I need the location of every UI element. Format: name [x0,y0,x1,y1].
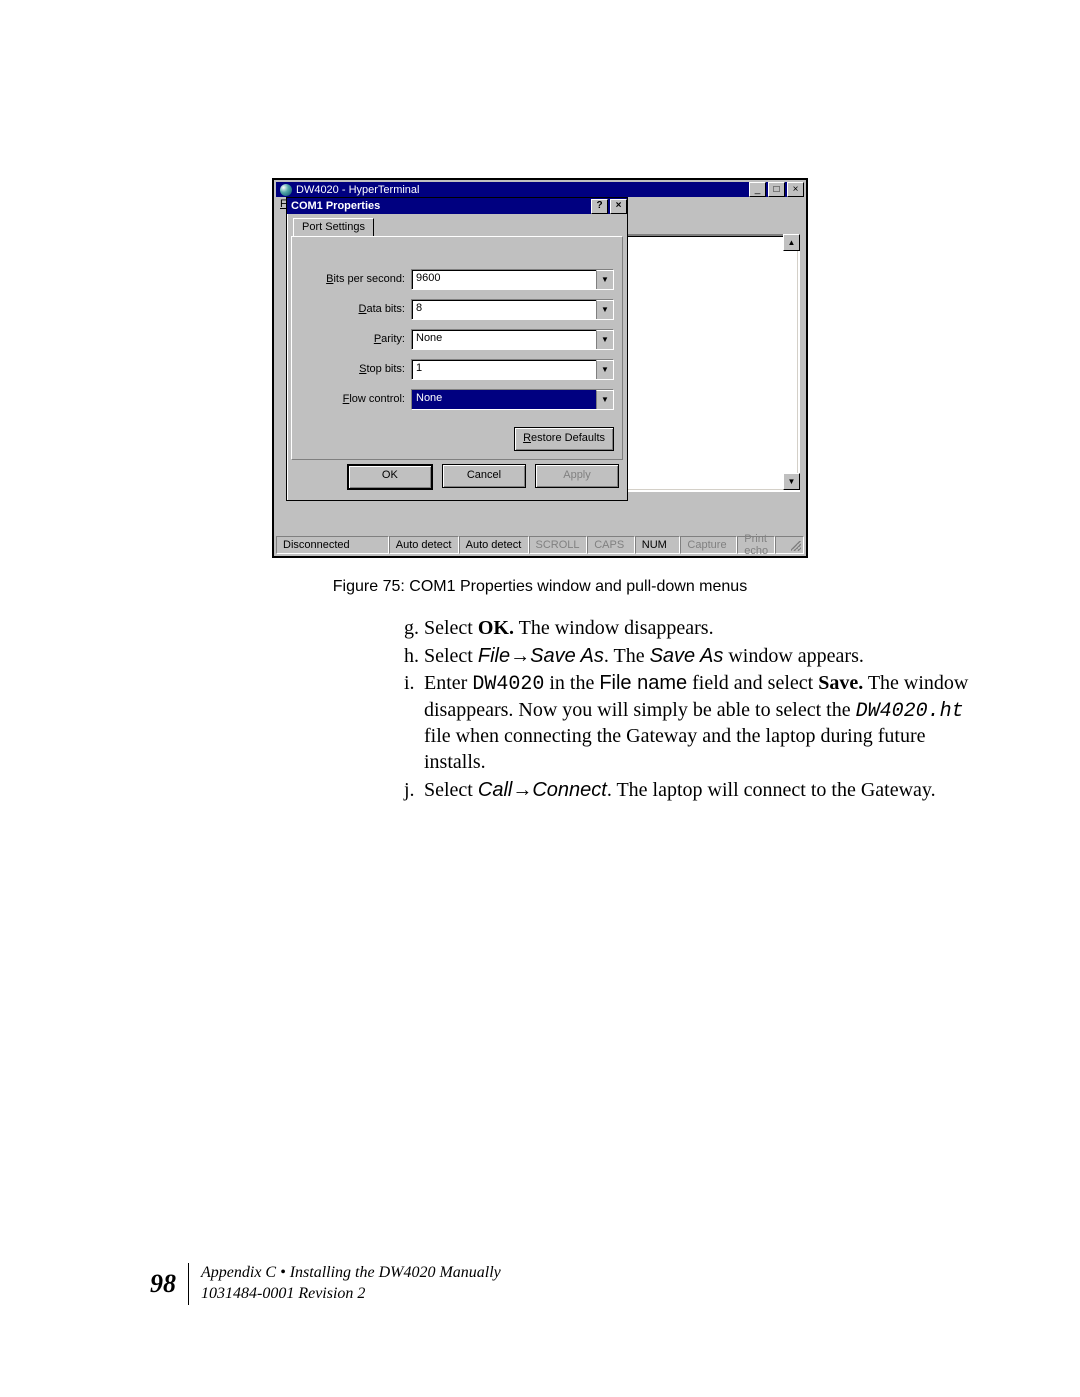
row-stop-bits: Stop bits: 1 [292,359,614,379]
help-button[interactable]: ? [591,199,608,214]
step-g: g. Select OK. The window disappears. [404,616,974,642]
combo-bits-per-second[interactable]: 9600 [411,269,614,290]
label-data-bits: Data bits: [292,303,411,315]
cancel-button[interactable]: Cancel [442,464,526,488]
chevron-down-icon[interactable] [596,330,613,349]
status-num: NUM [635,536,681,554]
status-scroll: SCROLL [529,536,588,554]
footer-line-2: 1031484-0001 Revision 2 [201,1285,365,1302]
label-flow-control: Flow control: [292,393,411,405]
combo-flow-control[interactable]: None [411,389,614,410]
scroll-up-button[interactable]: ▲ [783,234,800,251]
dialog-button-row: OK Cancel Apply [341,464,619,490]
status-caps: CAPS [587,536,635,554]
hyperterminal-title: DW4020 - HyperTerminal [296,184,419,196]
chevron-down-icon[interactable] [596,390,613,409]
footer-line-1: Appendix C • Installing the DW4020 Manua… [201,1264,501,1281]
row-bits-per-second: Bits per second: 9600 [292,269,614,289]
status-autodetect-2: Auto detect [459,536,529,554]
port-settings-panel: Bits per second: 9600 Data bits: 8 Parit… [291,236,623,460]
ok-button[interactable]: OK [347,464,433,490]
chevron-down-icon[interactable] [596,300,613,319]
page-footer: 98 Appendix C • Installing the DW4020 Ma… [150,1263,501,1305]
row-parity: Parity: None [292,329,614,349]
hyperterminal-titlebar: DW4020 - HyperTerminal _ □ × [276,182,804,197]
chevron-down-icon[interactable] [596,270,613,289]
combo-data-bits[interactable]: 8 [411,299,614,320]
step-i: i. Enter DW4020 in the File name field a… [404,671,974,775]
status-printecho: Print echo [737,536,775,554]
combo-parity[interactable]: None [411,329,614,350]
hyperterminal-window: DW4020 - HyperTerminal _ □ × F ▲ ▼ Disco… [272,178,808,558]
figure-caption: Figure 75: COM1 Properties window and pu… [0,578,1080,596]
dialog-title: COM1 Properties [291,200,380,212]
scroll-down-button[interactable]: ▼ [783,473,800,490]
chevron-down-icon[interactable] [596,360,613,379]
row-flow-control: Flow control: None [292,389,614,409]
minimize-button[interactable]: _ [749,182,766,197]
label-parity: Parity: [292,333,411,345]
instruction-list: g. Select OK. The window disappears. h. … [404,616,974,805]
close-button[interactable]: × [787,182,804,197]
maximize-button[interactable]: □ [768,182,785,197]
dialog-close-button[interactable]: × [610,199,627,214]
status-bar: Disconnected Auto detect Auto detect SCR… [276,536,804,554]
status-autodetect-1: Auto detect [389,536,459,554]
step-j: j. Select Call→Connect. The laptop will … [404,778,974,804]
restore-defaults-button[interactable]: Restore Defaults [514,427,614,451]
row-data-bits: Data bits: 8 [292,299,614,319]
label-stop-bits: Stop bits: [292,363,411,375]
combo-stop-bits[interactable]: 1 [411,359,614,380]
resize-grip[interactable] [775,536,804,554]
status-capture: Capture [680,536,737,554]
com1-properties-dialog: COM1 Properties ? × Port Settings Bits p… [286,197,628,501]
app-icon [280,184,292,196]
footer-divider [188,1263,189,1305]
apply-button[interactable]: Apply [535,464,619,488]
dialog-titlebar: COM1 Properties ? × [287,198,627,214]
step-h: h. Select File→Save As. The Save As wind… [404,644,974,670]
page-number: 98 [150,1269,188,1299]
label-bits-per-second: Bits per second: [292,273,411,285]
status-connection: Disconnected [276,536,389,554]
